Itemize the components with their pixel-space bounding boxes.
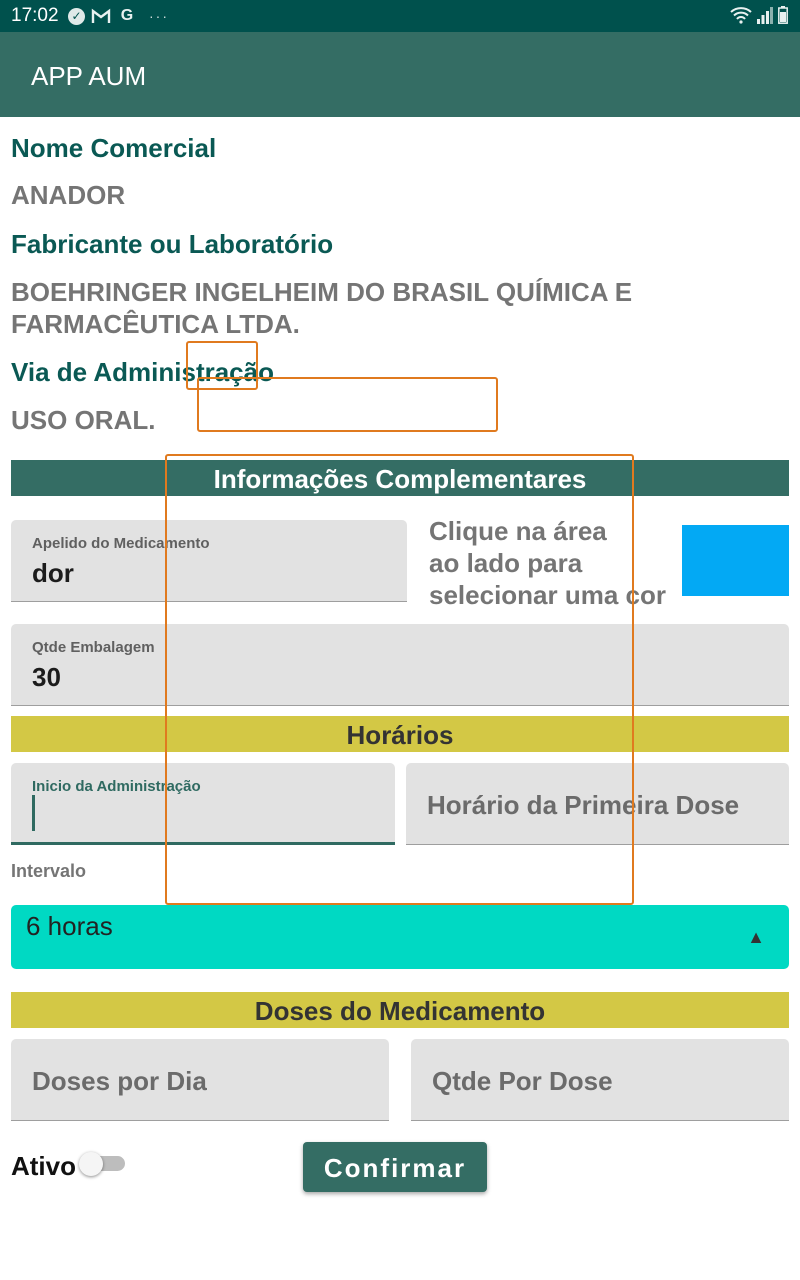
ativo-label: Ativo bbox=[11, 1151, 76, 1181]
overflow-dots: ··· bbox=[149, 8, 169, 24]
apelido-field-label: Apelido do Medicamento bbox=[32, 535, 210, 552]
inicio-administracao-label: Inicio da Administração bbox=[32, 778, 201, 795]
nome-comercial-value: ANADOR bbox=[11, 180, 126, 210]
app-title: APP AUM bbox=[31, 61, 147, 91]
fabricante-label: Fabricante ou Laboratório bbox=[11, 229, 334, 259]
ativo-toggle-switch[interactable] bbox=[79, 1152, 125, 1176]
check-circle-icon: ✓ bbox=[68, 7, 85, 25]
qtde-por-dose-field[interactable]: Qtde Por Dose bbox=[411, 1039, 789, 1121]
doses-section-header: Doses do Medicamento bbox=[11, 992, 789, 1028]
via-administracao-label: Via de Administração bbox=[11, 357, 274, 387]
status-time: 17:02 bbox=[11, 5, 59, 26]
text-cursor bbox=[32, 795, 35, 831]
dropdown-arrow-icon: ▲ bbox=[747, 927, 765, 947]
via-administracao-value: USO ORAL. bbox=[11, 405, 156, 435]
confirm-button[interactable]: Confirmar bbox=[303, 1142, 487, 1192]
info-section-header: Informações Complementares bbox=[11, 460, 789, 496]
gmail-icon bbox=[91, 6, 111, 26]
fabricante-value-line2: FARMACÊUTICA LTDA. bbox=[11, 309, 300, 339]
color-hint-line1: Clique na área bbox=[429, 516, 607, 546]
intervalo-selected-value: 6 horas bbox=[26, 911, 113, 941]
status-right-icons bbox=[730, 6, 788, 29]
intervalo-dropdown[interactable]: 6 horas ▲ bbox=[11, 905, 789, 969]
status-bar: 17:02 ✓ G ··· bbox=[0, 0, 800, 32]
apelido-field[interactable]: Apelido do Medicamento dor bbox=[11, 520, 407, 602]
app-bar: APP AUM bbox=[0, 32, 800, 117]
color-hint-line2: ao lado para bbox=[429, 548, 583, 578]
inicio-administracao-field[interactable]: Inicio da Administração bbox=[11, 763, 395, 845]
color-hint-line3: selecionar uma cor bbox=[429, 580, 666, 610]
primeira-dose-field[interactable]: Horário da Primeira Dose bbox=[406, 763, 789, 845]
apelido-field-value: dor bbox=[32, 558, 74, 588]
qtde-embalagem-field[interactable]: Qtde Embalagem 30 bbox=[11, 624, 789, 706]
google-icon: G bbox=[120, 7, 134, 24]
color-picker-swatch[interactable] bbox=[682, 525, 789, 596]
qtde-embalagem-value: 30 bbox=[32, 662, 61, 692]
signal-icon bbox=[757, 6, 773, 29]
color-hint-text: Clique na área ao lado para selecionar u… bbox=[429, 515, 679, 611]
switch-thumb bbox=[79, 1152, 103, 1176]
fabricante-value: BOEHRINGER INGELHEIM DO BRASIL QUÍMICA E… bbox=[11, 276, 632, 340]
wifi-icon bbox=[730, 6, 752, 29]
qtde-embalagem-label: Qtde Embalagem bbox=[32, 639, 155, 656]
doses-por-dia-field[interactable]: Doses por Dia bbox=[11, 1039, 389, 1121]
horarios-section-header: Horários bbox=[11, 716, 789, 752]
qtde-por-dose-hint: Qtde Por Dose bbox=[432, 1066, 613, 1096]
nome-comercial-label: Nome Comercial bbox=[11, 133, 217, 163]
status-left-icons: ✓ G ··· bbox=[68, 6, 169, 26]
doses-por-dia-hint: Doses por Dia bbox=[32, 1066, 207, 1096]
battery-icon bbox=[778, 6, 788, 29]
intervalo-label: Intervalo bbox=[11, 861, 87, 881]
primeira-dose-hint: Horário da Primeira Dose bbox=[427, 790, 740, 820]
fabricante-value-line1: BOEHRINGER INGELHEIM DO BRASIL QUÍMICA E bbox=[11, 277, 633, 307]
